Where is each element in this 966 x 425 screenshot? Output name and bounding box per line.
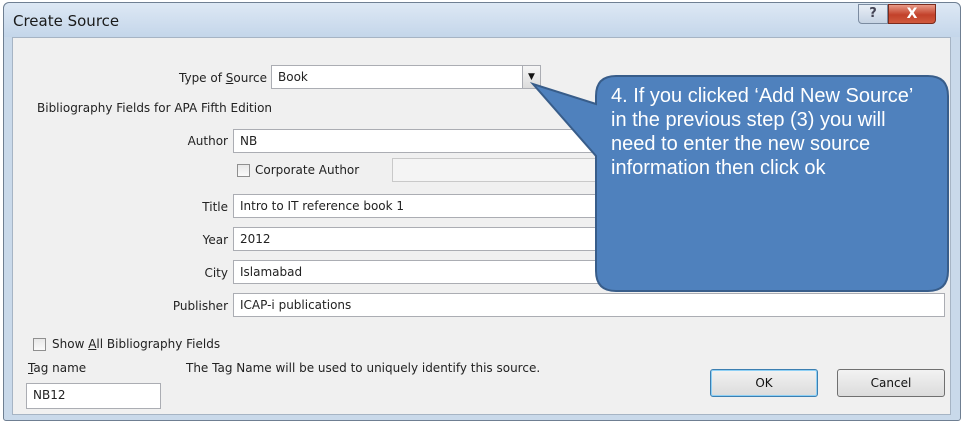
callout-text: 4. If you clicked ‘Add New Source’ in th… xyxy=(611,85,913,179)
callout-bubble xyxy=(529,75,949,292)
